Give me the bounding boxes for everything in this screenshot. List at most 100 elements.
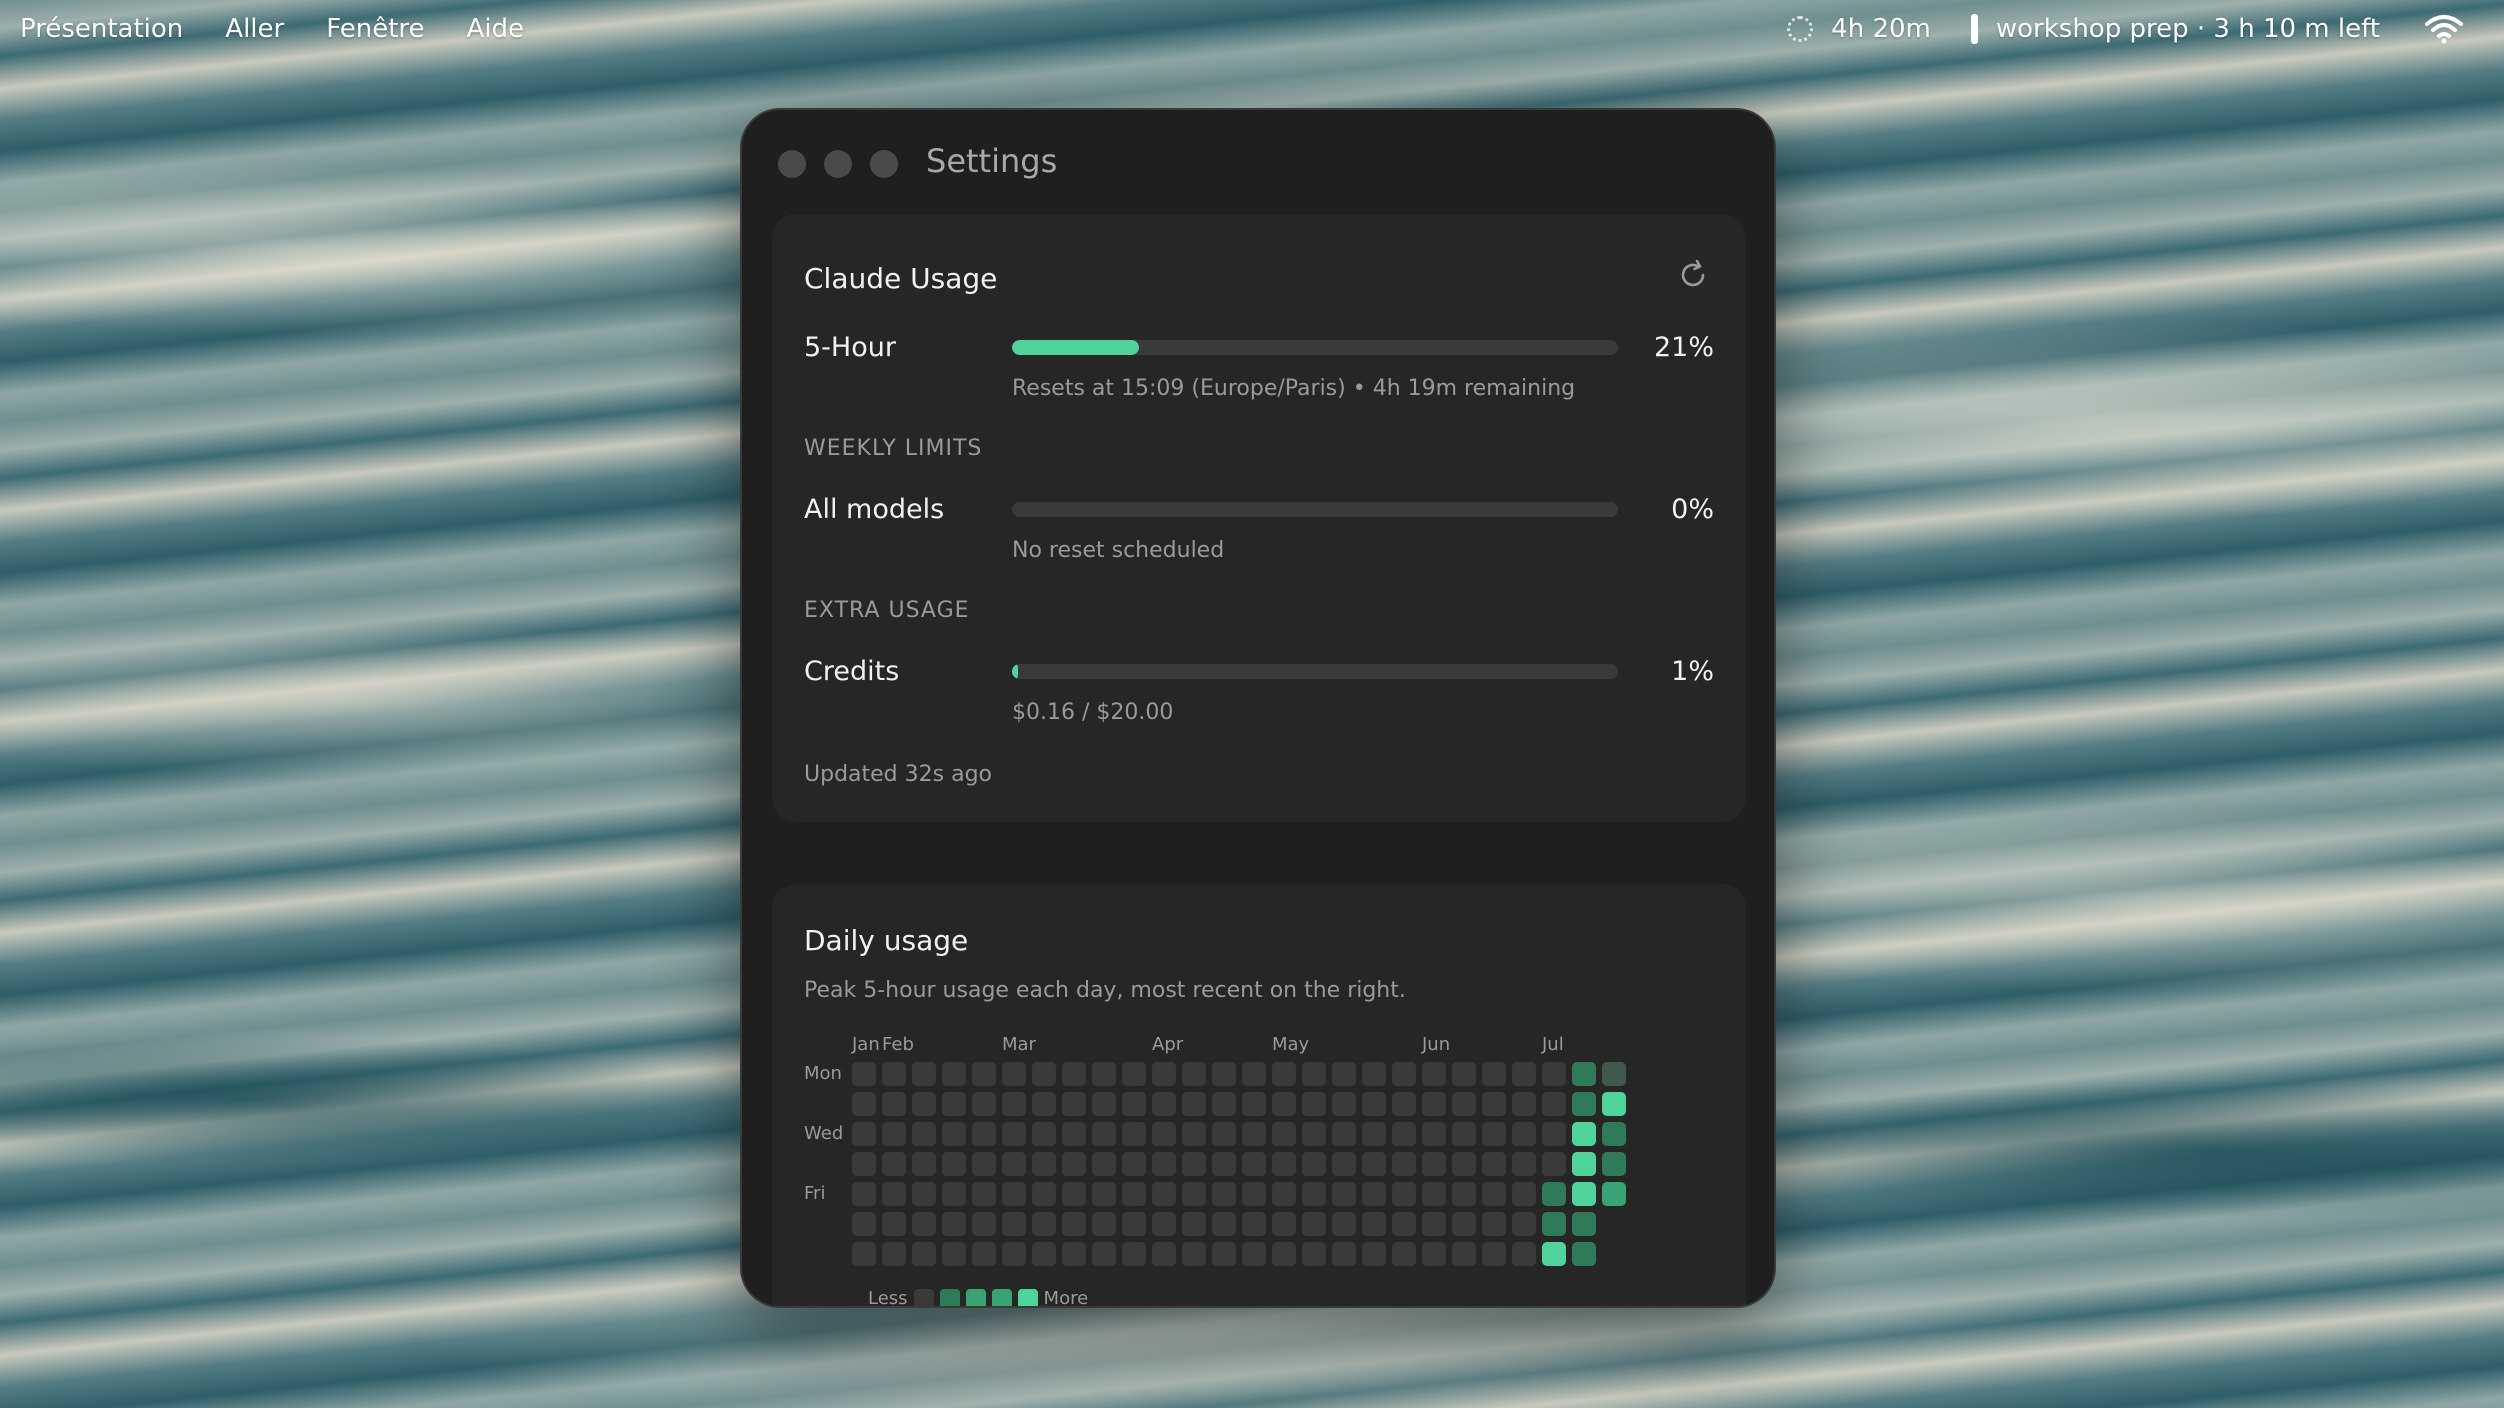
heatmap-cell[interactable]: [1512, 1152, 1536, 1176]
heatmap-cell[interactable]: [1602, 1062, 1626, 1086]
heatmap-cell[interactable]: [1452, 1242, 1476, 1266]
heatmap-cell[interactable]: [972, 1242, 996, 1266]
heatmap-cell[interactable]: [912, 1152, 936, 1176]
heatmap-cell[interactable]: [1332, 1092, 1356, 1116]
heatmap-cell[interactable]: [1302, 1182, 1326, 1206]
heatmap-cell[interactable]: [1062, 1092, 1086, 1116]
heatmap-cell[interactable]: [1242, 1092, 1266, 1116]
heatmap-cell[interactable]: [882, 1122, 906, 1146]
heatmap-cell[interactable]: [1152, 1062, 1176, 1086]
heatmap-cell[interactable]: [1602, 1092, 1626, 1116]
heatmap-cell[interactable]: [1482, 1242, 1506, 1266]
heatmap-cell[interactable]: [1242, 1242, 1266, 1266]
heatmap-cell[interactable]: [1212, 1092, 1236, 1116]
heatmap-cell[interactable]: [1362, 1152, 1386, 1176]
heatmap-cell[interactable]: [1092, 1092, 1116, 1116]
minimize-button[interactable]: [824, 150, 852, 178]
heatmap-cell[interactable]: [942, 1062, 966, 1086]
heatmap-cell[interactable]: [1272, 1152, 1296, 1176]
heatmap-cell[interactable]: [1572, 1062, 1596, 1086]
heatmap-cell[interactable]: [1362, 1062, 1386, 1086]
heatmap-cell[interactable]: [1152, 1182, 1176, 1206]
heatmap-cell[interactable]: [1512, 1212, 1536, 1236]
heatmap-cell[interactable]: [972, 1182, 996, 1206]
heatmap-cell[interactable]: [1482, 1062, 1506, 1086]
heatmap-cell[interactable]: [1062, 1182, 1086, 1206]
menu-aide[interactable]: Aide: [467, 14, 525, 44]
heatmap-cell[interactable]: [1182, 1152, 1206, 1176]
heatmap-cell[interactable]: [1602, 1152, 1626, 1176]
heatmap-cell[interactable]: [1542, 1062, 1566, 1086]
heatmap-cell[interactable]: [1002, 1242, 1026, 1266]
heatmap-cell[interactable]: [852, 1242, 876, 1266]
heatmap-cell[interactable]: [1542, 1182, 1566, 1206]
timer-status[interactable]: 4h 20m: [1831, 14, 1931, 44]
heatmap-cell[interactable]: [1152, 1212, 1176, 1236]
heatmap-cell[interactable]: [882, 1212, 906, 1236]
heatmap-cell[interactable]: [852, 1122, 876, 1146]
heatmap-cell[interactable]: [1452, 1122, 1476, 1146]
heatmap-cell[interactable]: [1272, 1122, 1296, 1146]
heatmap-cell[interactable]: [1422, 1062, 1446, 1086]
heatmap-cell[interactable]: [912, 1122, 936, 1146]
heatmap-cell[interactable]: [1422, 1182, 1446, 1206]
heatmap-cell[interactable]: [1272, 1242, 1296, 1266]
heatmap-cell[interactable]: [1302, 1122, 1326, 1146]
heatmap-cell[interactable]: [972, 1122, 996, 1146]
heatmap-cell[interactable]: [852, 1182, 876, 1206]
heatmap-cell[interactable]: [1542, 1212, 1566, 1236]
heatmap-cell[interactable]: [1272, 1212, 1296, 1236]
heatmap-cell[interactable]: [1062, 1152, 1086, 1176]
heatmap-cell[interactable]: [1302, 1062, 1326, 1086]
heatmap-cell[interactable]: [972, 1152, 996, 1176]
heatmap-cell[interactable]: [1422, 1122, 1446, 1146]
spinner-icon[interactable]: [1787, 16, 1814, 42]
heatmap-cell[interactable]: [1092, 1152, 1116, 1176]
heatmap-cell[interactable]: [1032, 1122, 1056, 1146]
heatmap-cell[interactable]: [1242, 1182, 1266, 1206]
heatmap-cell[interactable]: [1512, 1062, 1536, 1086]
heatmap-cell[interactable]: [972, 1062, 996, 1086]
heatmap-cell[interactable]: [1092, 1182, 1116, 1206]
heatmap-cell[interactable]: [1512, 1092, 1536, 1116]
heatmap-cell[interactable]: [1212, 1122, 1236, 1146]
menu-presentation[interactable]: Présentation: [20, 14, 183, 44]
refresh-icon[interactable]: [1676, 258, 1710, 292]
heatmap-cell[interactable]: [1602, 1122, 1626, 1146]
heatmap-cell[interactable]: [1182, 1212, 1206, 1236]
heatmap-cell[interactable]: [1002, 1122, 1026, 1146]
heatmap-cell[interactable]: [882, 1242, 906, 1266]
heatmap-cell[interactable]: [1212, 1182, 1236, 1206]
heatmap-cell[interactable]: [1212, 1212, 1236, 1236]
heatmap-cell[interactable]: [1062, 1122, 1086, 1146]
heatmap-cell[interactable]: [1302, 1152, 1326, 1176]
heatmap-cell[interactable]: [912, 1242, 936, 1266]
heatmap-cell[interactable]: [1572, 1212, 1596, 1236]
heatmap-cell[interactable]: [882, 1182, 906, 1206]
close-button[interactable]: [778, 150, 806, 178]
heatmap-cell[interactable]: [1062, 1212, 1086, 1236]
heatmap-cell[interactable]: [1182, 1062, 1206, 1086]
heatmap-cell[interactable]: [1272, 1062, 1296, 1086]
wifi-icon[interactable]: [2424, 14, 2464, 44]
heatmap-cell[interactable]: [1002, 1182, 1026, 1206]
heatmap-cell[interactable]: [1302, 1242, 1326, 1266]
heatmap-cell[interactable]: [1242, 1062, 1266, 1086]
heatmap-cell[interactable]: [912, 1062, 936, 1086]
zoom-button[interactable]: [870, 150, 898, 178]
heatmap-cell[interactable]: [1092, 1242, 1116, 1266]
heatmap-cell[interactable]: [1092, 1122, 1116, 1146]
heatmap-cell[interactable]: [1392, 1152, 1416, 1176]
heatmap-cell[interactable]: [1482, 1122, 1506, 1146]
heatmap-cell[interactable]: [1572, 1092, 1596, 1116]
heatmap-cell[interactable]: [1032, 1182, 1056, 1206]
heatmap-cell[interactable]: [1572, 1122, 1596, 1146]
heatmap-cell[interactable]: [1272, 1092, 1296, 1116]
heatmap-cell[interactable]: [1452, 1212, 1476, 1236]
heatmap-cell[interactable]: [882, 1152, 906, 1176]
heatmap-cell[interactable]: [1482, 1152, 1506, 1176]
heatmap-cell[interactable]: [1332, 1122, 1356, 1146]
heatmap-cell[interactable]: [1422, 1242, 1446, 1266]
heatmap-cell[interactable]: [1452, 1182, 1476, 1206]
heatmap-cell[interactable]: [1122, 1242, 1146, 1266]
